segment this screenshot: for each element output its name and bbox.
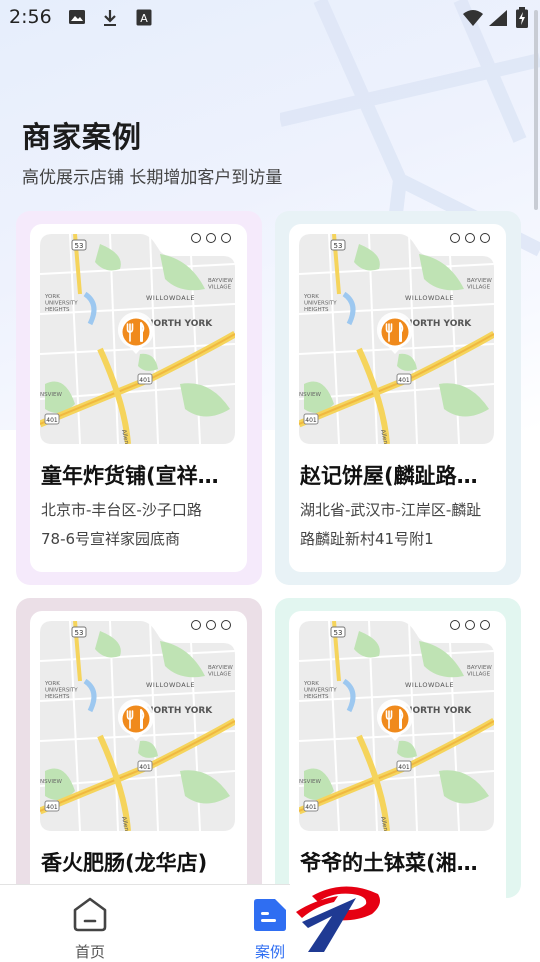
svg-text:NORTH YORK: NORTH YORK <box>405 319 472 329</box>
map-image: 53 WILLOWDALE NORTH YORK YORK UNIVERSITY H… <box>299 234 494 444</box>
address-line: 湖北省-武汉市-江岸区-麟趾 <box>300 501 482 519</box>
map-image: 53 WILLOWDALE NORTH YORK YORK UNIVERSITY H… <box>299 621 494 831</box>
case-document-icon <box>251 897 289 937</box>
status-time: 2:56 <box>9 6 52 28</box>
bottom-tab-bar: 首页 案例 <box>0 884 290 961</box>
map-image: 53 WILLOWDALE NORTH YORK YORK UNIVERSITY H… <box>40 621 235 831</box>
svg-text:NSVIEW: NSVIEW <box>40 392 62 398</box>
map-image: 53 WILLOWDALE NORTH YORK YORK UNIVERSITY H… <box>40 234 235 444</box>
svg-text:WILLOWDALE: WILLOWDALE <box>146 294 195 302</box>
svg-text:WILLOWDALE: WILLOWDALE <box>146 681 195 689</box>
case-card-name: 童年炸货铺(宣祥… <box>41 464 219 488</box>
signal-icon <box>488 9 508 31</box>
svg-text:BAYVIEWVILLAGE: BAYVIEW VILLAGE <box>467 665 492 678</box>
address-line: 路麟趾新村41号附1 <box>300 530 434 548</box>
case-card-content: 53 WILLOWDALE NORTH YORK YORK UNIVERSITY H… <box>289 224 506 572</box>
svg-text:401: 401 <box>305 417 317 424</box>
case-card-content: 53 WILLOWDALE NORTH YORK YORK UNIVERSITY H… <box>30 224 247 572</box>
case-card-content: 53 WILLOWDALE NORTH YORK YORK UNIVERSITY H… <box>289 611 506 911</box>
svg-text:53: 53 <box>75 629 84 637</box>
map-thumbnail: 53 WILLOWDALE NORTH YORK YORK UNIVERSITY H… <box>40 621 235 831</box>
battery-icon <box>515 7 529 33</box>
text-a-icon: A <box>136 9 152 30</box>
download-icon <box>102 9 118 31</box>
svg-text:401: 401 <box>46 804 58 811</box>
svg-text:401: 401 <box>398 377 410 384</box>
svg-text:401: 401 <box>305 804 317 811</box>
svg-text:53: 53 <box>334 629 343 637</box>
svg-text:53: 53 <box>334 242 343 250</box>
svg-text:WILLOWDALE: WILLOWDALE <box>405 681 454 689</box>
svg-text:NSVIEW: NSVIEW <box>299 779 321 785</box>
brand-logo <box>294 882 384 958</box>
map-thumbnail: 53 WILLOWDALE NORTH YORK YORK UNIVERSITY H… <box>40 234 235 444</box>
map-thumbnail: 53 WILLOWDALE NORTH YORK YORK UNIVERSITY H… <box>299 234 494 444</box>
case-card-name: 香火肥肠(龙华店) <box>41 851 208 875</box>
svg-text:BAYVIEWVILLAGE: BAYVIEW VILLAGE <box>208 665 233 678</box>
case-card-content: 53 WILLOWDALE NORTH YORK YORK UNIVERSITY H… <box>30 611 247 911</box>
more-icon[interactable] <box>450 620 490 630</box>
case-card-address: 北京市-丰台区-沙子口路 78-6号宣祥家园底商 <box>41 496 241 554</box>
more-icon[interactable] <box>191 620 231 630</box>
case-card[interactable]: 53 WILLOWDALE NORTH YORK YORK UNIVERSITY H… <box>275 598 521 911</box>
case-card-name: 赵记饼屋(麟趾路… <box>300 464 478 488</box>
address-line: 78-6号宣祥家园底商 <box>41 530 181 548</box>
tab-home[interactable]: 首页 <box>20 885 160 961</box>
svg-text:BAYVIEWVILLAGE: BAYVIEW VILLAGE <box>467 278 492 291</box>
scrollbar[interactable] <box>534 10 538 210</box>
case-card[interactable]: 53 WILLOWDALE NORTH YORK YORK UNIVERSITY H… <box>16 211 262 585</box>
svg-text:WILLOWDALE: WILLOWDALE <box>405 294 454 302</box>
more-icon[interactable] <box>191 233 231 243</box>
wifi-icon <box>462 9 484 31</box>
page-title: 商家案例 <box>22 120 143 154</box>
address-line: 北京市-丰台区-沙子口路 <box>41 501 202 519</box>
svg-text:401: 401 <box>398 764 410 771</box>
svg-text:NORTH YORK: NORTH YORK <box>405 706 472 716</box>
svg-text:A: A <box>140 12 148 25</box>
svg-text:NSVIEW: NSVIEW <box>40 779 62 785</box>
case-card[interactable]: 53 WILLOWDALE NORTH YORK YORK UNIVERSITY H… <box>16 598 262 911</box>
svg-text:NORTH YORK: NORTH YORK <box>146 706 213 716</box>
svg-text:401: 401 <box>139 764 151 771</box>
case-card[interactable]: 53 WILLOWDALE NORTH YORK YORK UNIVERSITY H… <box>275 211 521 585</box>
case-card-name: 爷爷的土钵菜(湘… <box>300 851 478 875</box>
svg-text:401: 401 <box>46 417 58 424</box>
svg-text:BAYVIEWVILLAGE: BAYVIEW VILLAGE <box>208 278 233 291</box>
svg-text:53: 53 <box>75 242 84 250</box>
svg-text:NORTH YORK: NORTH YORK <box>146 319 213 329</box>
svg-text:NSVIEW: NSVIEW <box>299 392 321 398</box>
page-subtitle: 高优展示店铺 长期增加客户到访量 <box>22 168 283 188</box>
home-icon <box>71 895 109 937</box>
more-icon[interactable] <box>450 233 490 243</box>
case-card-address: 湖北省-武汉市-江岸区-麟趾 路麟趾新村41号附1 <box>300 496 500 554</box>
status-bar: 2:56 A <box>0 0 540 36</box>
svg-text:401: 401 <box>139 377 151 384</box>
tab-label: 首页 <box>74 943 105 961</box>
map-thumbnail: 53 WILLOWDALE NORTH YORK YORK UNIVERSITY H… <box>299 621 494 831</box>
image-icon <box>68 9 86 29</box>
